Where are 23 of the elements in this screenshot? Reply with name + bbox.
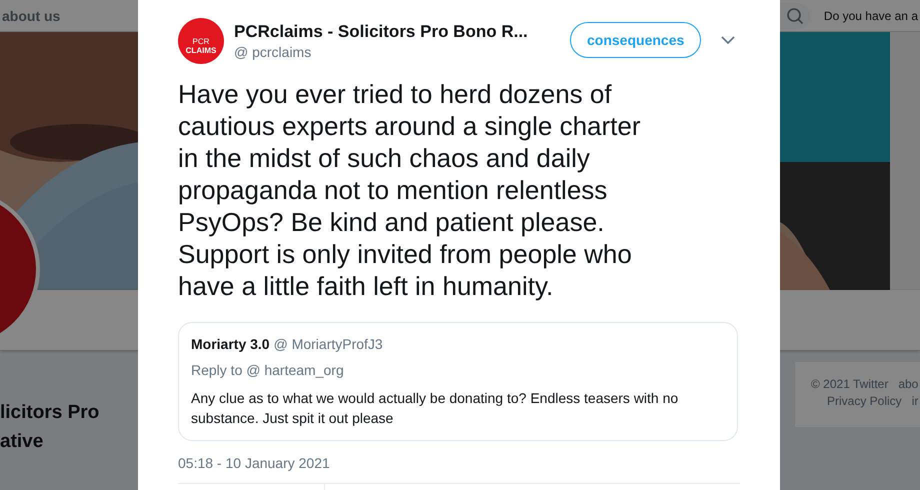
quoted-handle: @ MoriartyProfJ3 [274, 336, 383, 352]
quoted-text: Any clue as to what we would actually be donating to? Endless teasers with no substance. Just spit it out please [191, 389, 680, 428]
footer-link[interactable]: abo [898, 377, 918, 391]
logo-text: PCR [192, 38, 210, 46]
tweet-text: Have you ever tried to herd dozens of cautious experts around a single charter in the midst of such chaos and daily propaganda not to mention relentless PsyOps? Be kind and patient please. Support is only invited from people who have a little faith left in humanity. [178, 78, 642, 302]
author-avatar[interactable]: PCR CLAIMS [178, 18, 224, 64]
footer-link[interactable]: ir [912, 394, 918, 408]
author-name[interactable]: PCRclaims - Solicitors Pro Bono R... [234, 22, 560, 42]
footer-link[interactable]: © 2021 Twitter [811, 377, 888, 391]
search-icon[interactable] [780, 2, 810, 28]
chevron-down-icon[interactable] [721, 36, 736, 45]
logo-text: CLAIMS [186, 46, 216, 54]
reply-to: Reply to @ harteam_org [191, 362, 345, 378]
footer-link[interactable]: Privacy Policy [827, 394, 902, 408]
author-handle[interactable]: @ pcrclaims [234, 44, 560, 60]
quoted-tweet[interactable]: Moriarty 3.0 @ MoriartyProfJ3 Reply to @ harteam_org Any clue as to what we would actually be donating to? Endless teasers with no substance. Just spit it out please [178, 322, 738, 441]
profile-name: licitors Pro [0, 401, 100, 425]
profile-name: ative [0, 430, 44, 454]
login-prompt: Do you have an a [824, 8, 919, 22]
tweet-timestamp: 05:18 - 10 January 2021 [178, 455, 331, 471]
quoted-author: Moriarty 3.0 [191, 336, 270, 352]
nav-link[interactable]: about us [2, 8, 60, 24]
follow-button[interactable]: consequences [570, 22, 702, 58]
